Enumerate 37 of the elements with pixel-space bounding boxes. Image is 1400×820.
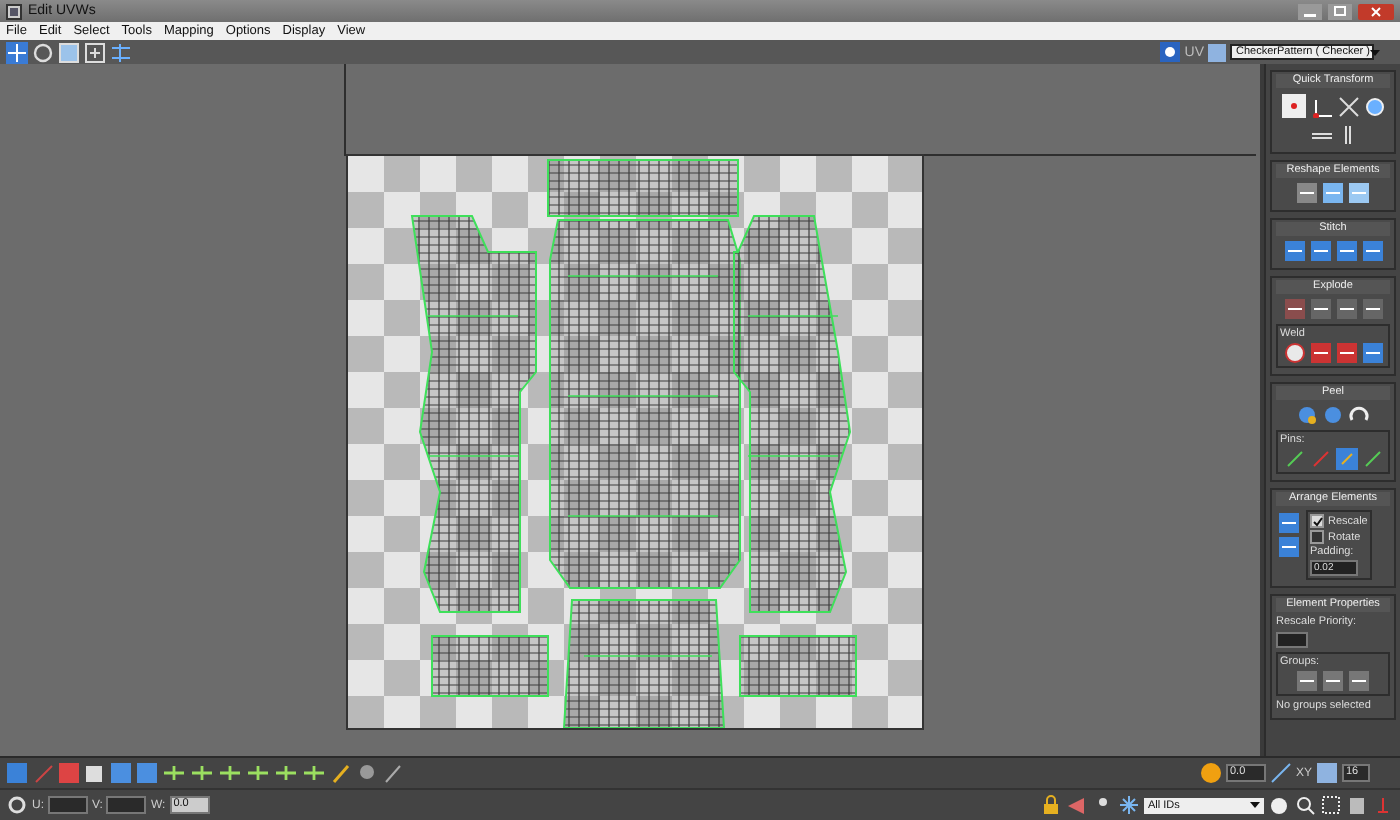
set-pivot-icon[interactable] [1280,92,1308,120]
auto-pin-icon[interactable] [1361,448,1383,470]
zoom-icon[interactable] [1294,794,1316,816]
falloff-icon[interactable] [382,762,404,784]
flip-icon[interactable] [1338,95,1360,117]
caret-icon [1369,49,1380,55]
lock-icon[interactable] [1040,794,1062,816]
freeform-tool-icon[interactable] [84,41,106,63]
maximize-icon[interactable] [1328,3,1352,19]
falloff-color-icon[interactable] [1199,762,1222,784]
mirror-tool-icon[interactable] [110,41,132,63]
close-icon[interactable] [1358,3,1394,19]
zoom-region-icon[interactable] [1320,794,1342,816]
move-tool-icon[interactable] [6,41,28,63]
caret-icon [1250,802,1260,808]
checkbox[interactable] [1310,514,1324,528]
settings-icon[interactable] [6,794,28,816]
quick-peel-icon[interactable] [1296,404,1318,426]
element-mode-icon[interactable] [84,762,106,784]
rotate-cw-icon[interactable] [1364,95,1386,117]
align-icon[interactable] [1312,95,1334,117]
snowflake-icon[interactable] [1118,794,1140,816]
scale-tool-icon[interactable] [58,41,80,63]
falloff-curve-icon[interactable] [1269,762,1292,784]
u-field[interactable] [48,796,88,814]
app-icon [6,3,22,19]
weld-target-icon[interactable] [1283,342,1305,364]
check-icon [1311,515,1323,527]
pin-icon[interactable] [1335,448,1357,470]
rotate-tool-icon[interactable] [32,41,54,63]
priority-field[interactable] [1276,632,1308,648]
brush-icon[interactable] [330,762,352,784]
checkbox[interactable] [1310,530,1324,544]
edit-pins-icon[interactable] [1283,448,1305,470]
v-field[interactable] [106,796,147,814]
minimize-icon[interactable] [1298,3,1322,19]
reset-peel-icon[interactable] [1348,404,1370,426]
